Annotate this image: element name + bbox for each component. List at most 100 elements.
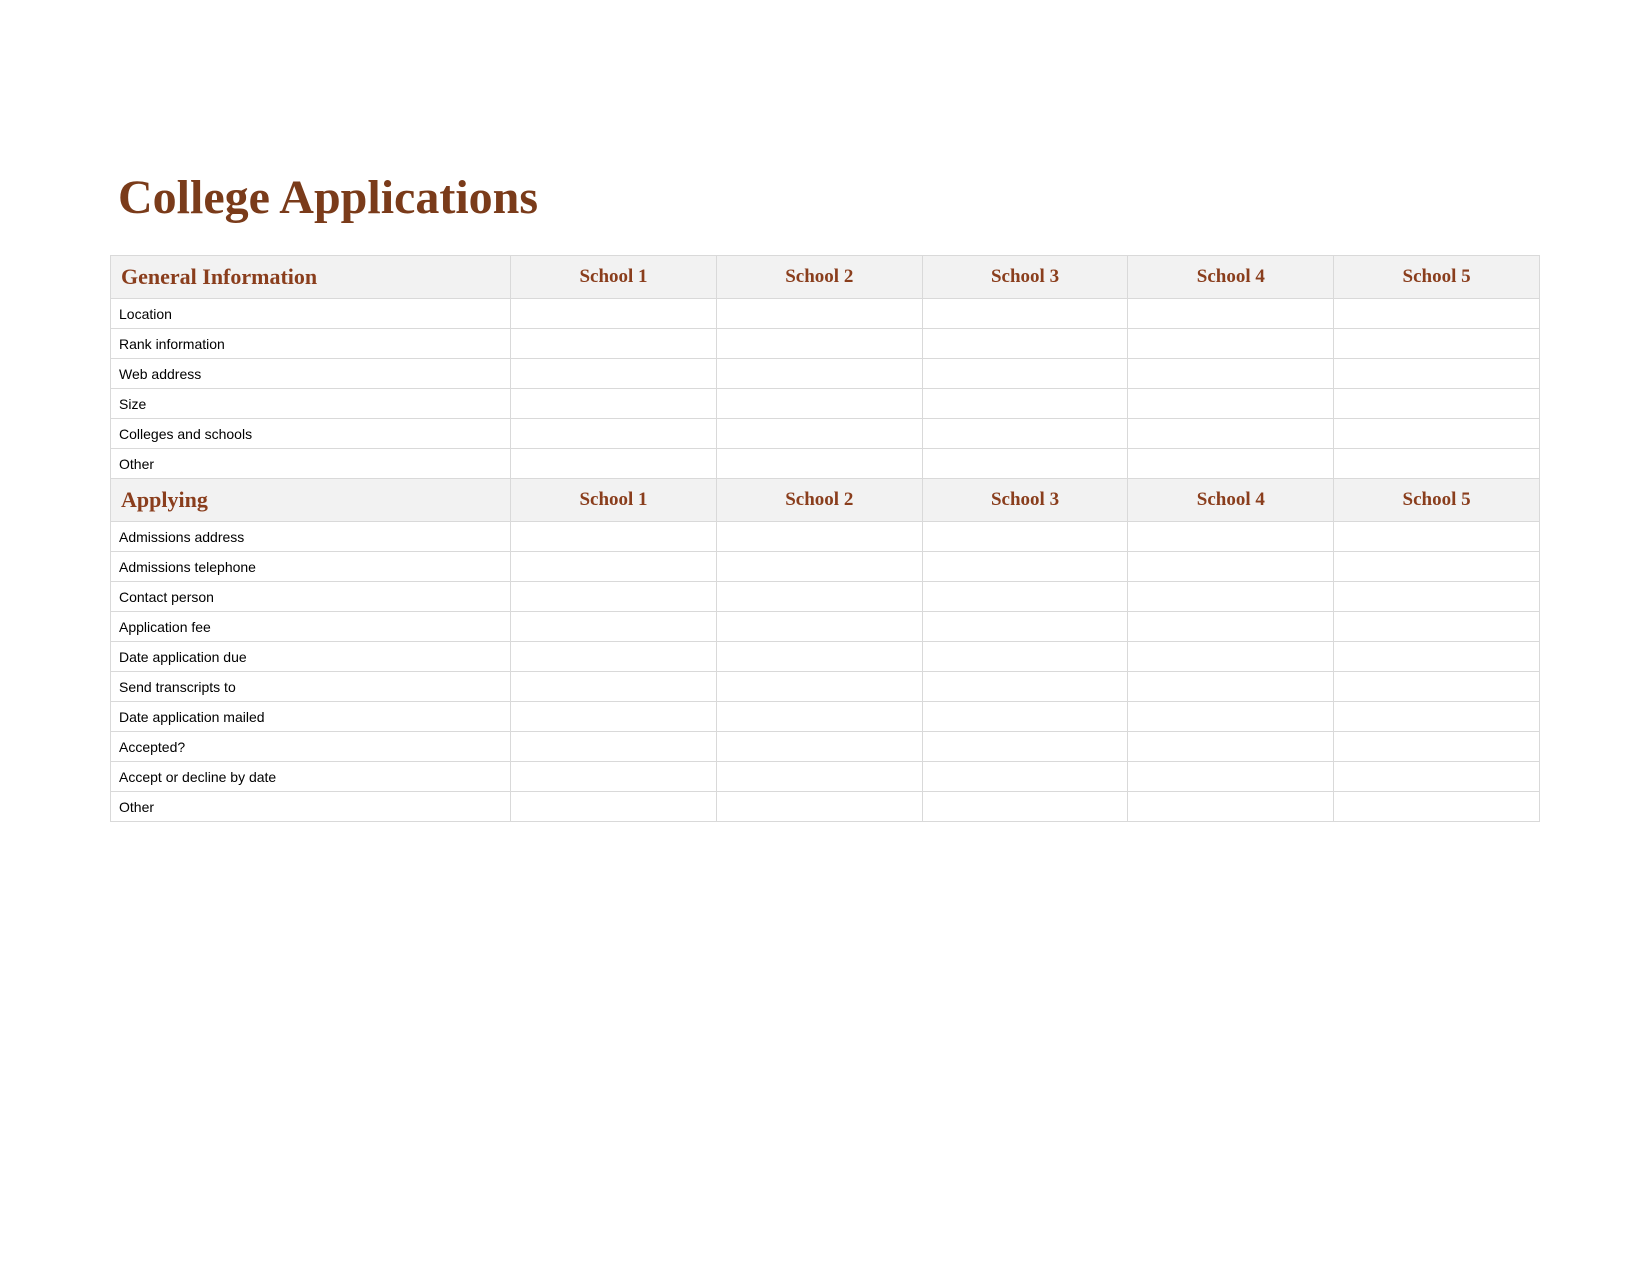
data-cell [922, 449, 1128, 479]
data-cell [1334, 762, 1540, 792]
school-column-header: School 5 [1334, 479, 1540, 522]
table-row: Colleges and schools [111, 419, 1540, 449]
data-cell [1128, 672, 1334, 702]
data-cell [1334, 419, 1540, 449]
data-cell [1334, 702, 1540, 732]
table-row: Send transcripts to [111, 672, 1540, 702]
row-label: Contact person [111, 582, 511, 612]
table-row: Web address [111, 359, 1540, 389]
data-cell [511, 702, 717, 732]
data-cell [922, 329, 1128, 359]
data-cell [1334, 449, 1540, 479]
data-cell [716, 299, 922, 329]
data-cell [922, 672, 1128, 702]
data-cell [922, 582, 1128, 612]
data-cell [511, 672, 717, 702]
section-header-row: General InformationSchool 1School 2 Schoo… [111, 256, 1540, 299]
data-cell [716, 522, 922, 552]
page-title: College Applications [118, 170, 1540, 225]
data-cell [716, 582, 922, 612]
section-title: General Information [111, 256, 511, 299]
section-title: Applying [111, 479, 511, 522]
data-cell [922, 419, 1128, 449]
data-cell [1128, 389, 1334, 419]
data-cell [511, 522, 717, 552]
data-cell [922, 642, 1128, 672]
row-label: Date application due [111, 642, 511, 672]
data-cell [1334, 582, 1540, 612]
data-cell [1334, 522, 1540, 552]
data-cell [716, 449, 922, 479]
data-cell [1128, 732, 1334, 762]
data-cell [716, 672, 922, 702]
data-cell [511, 732, 717, 762]
data-cell [1334, 732, 1540, 762]
school-column-header: School 2 [716, 479, 922, 522]
school-column-header: School 5 [1334, 256, 1540, 299]
applications-table: General InformationSchool 1School 2Schoo… [110, 255, 1540, 822]
data-cell [1128, 642, 1334, 672]
data-cell [716, 612, 922, 642]
data-cell [922, 762, 1128, 792]
table-row: Admissions telephone [111, 552, 1540, 582]
data-cell [1128, 582, 1334, 612]
data-cell [1128, 612, 1334, 642]
data-cell [922, 299, 1128, 329]
data-cell [716, 359, 922, 389]
data-cell [511, 299, 717, 329]
data-cell [716, 419, 922, 449]
row-label: Accepted? [111, 732, 511, 762]
table-row: Location [111, 299, 1540, 329]
data-cell [511, 762, 717, 792]
data-cell [1128, 359, 1334, 389]
school-column-header: School 2 [716, 256, 922, 299]
table-row: Date application due [111, 642, 1540, 672]
data-cell [511, 642, 717, 672]
row-label: Date application mailed [111, 702, 511, 732]
row-label: Colleges and schools [111, 419, 511, 449]
table-row: Size [111, 389, 1540, 419]
data-cell [1334, 642, 1540, 672]
row-label: Accept or decline by date [111, 762, 511, 792]
section-header-row: ApplyingSchool 1School 2School 3School 4… [111, 479, 1540, 522]
data-cell [1128, 522, 1334, 552]
row-label: Location [111, 299, 511, 329]
data-cell [511, 612, 717, 642]
data-cell [716, 792, 922, 822]
data-cell [511, 389, 717, 419]
table-row: Other [111, 792, 1540, 822]
data-cell [1334, 389, 1540, 419]
data-cell [511, 792, 717, 822]
data-cell [1334, 359, 1540, 389]
row-label: Web address [111, 359, 511, 389]
school-column-header: School 3 [922, 479, 1128, 522]
data-cell [1128, 762, 1334, 792]
data-cell [922, 389, 1128, 419]
row-label: Rank information [111, 329, 511, 359]
data-cell [511, 582, 717, 612]
row-label: Admissions address [111, 522, 511, 552]
table-row: Contact person [111, 582, 1540, 612]
data-cell [511, 419, 717, 449]
table-row: Accepted? [111, 732, 1540, 762]
data-cell [1334, 792, 1540, 822]
row-label: Application fee [111, 612, 511, 642]
data-cell [511, 552, 717, 582]
table-row: Application fee [111, 612, 1540, 642]
school-column-header: School 1 [511, 479, 717, 522]
school-column-header: School 4 [1128, 256, 1334, 299]
data-cell [511, 329, 717, 359]
row-label: Other [111, 792, 511, 822]
school-column-header: School 1 [511, 256, 717, 299]
data-cell [922, 552, 1128, 582]
data-cell [1128, 792, 1334, 822]
table-row: Admissions address [111, 522, 1540, 552]
data-cell [716, 702, 922, 732]
table-row: Rank information [111, 329, 1540, 359]
data-cell [922, 522, 1128, 552]
row-label: Size [111, 389, 511, 419]
data-cell [511, 449, 717, 479]
data-cell [1334, 552, 1540, 582]
school-column-header: School 4 [1128, 479, 1334, 522]
data-cell [511, 359, 717, 389]
